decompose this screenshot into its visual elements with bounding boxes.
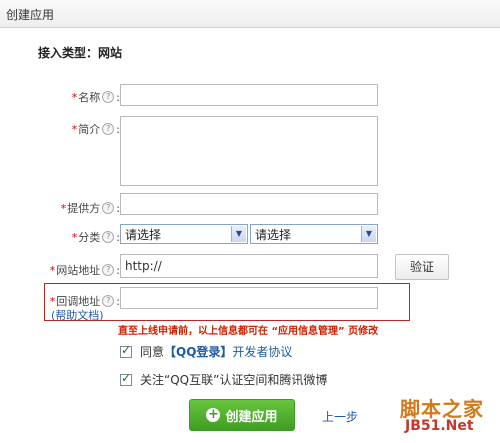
previous-step-link[interactable]: 上一步 [322,408,358,425]
name-label: * 名称 ? : [72,89,120,105]
help-icon[interactable]: ? [102,264,115,276]
required-mark: * [71,90,78,104]
intro-label: * 简介 ? : [72,121,120,137]
watermark-site: JB51.Net [405,418,474,434]
help-icon[interactable]: ? [102,295,115,307]
follow-checkbox[interactable] [120,371,132,386]
required-mark: * [60,201,67,215]
agree-prefix: 同意 [140,345,165,359]
callback-url-input[interactable] [120,287,378,309]
category-label-text: 分类 [78,231,101,244]
required-mark: * [49,294,56,308]
required-mark: * [49,263,56,277]
name-label-text: 名称 [78,91,101,104]
required-mark: * [71,122,78,136]
category-label: * 分类 ? : [72,229,120,245]
agree-row: 同意 【QQ登录】 开发者协议 [120,343,292,360]
window-title: 创建应用 [6,8,55,22]
provider-label-text: 提供方 [67,202,101,215]
plus-circle-icon: + [206,407,221,422]
intro-label-text: 简介 [78,123,101,136]
chevron-down-icon[interactable]: ▼ [361,226,376,242]
create-app-label: 创建应用 [225,409,278,425]
provider-input[interactable] [120,193,378,215]
category-select-primary[interactable]: 请选择 ▼ [120,224,248,244]
help-icon[interactable]: ? [102,202,115,214]
verify-button[interactable]: 验证 [395,254,449,280]
site-url-label: * 网站地址 ? : [50,262,120,278]
help-icon[interactable]: ? [102,91,115,103]
intro-textarea[interactable] [120,116,378,186]
access-type-heading: 接入类型：网站 [38,46,123,60]
follow-row: 关注“QQ互联”认证空间和腾讯微博 [120,371,327,388]
create-app-button[interactable]: + 创建应用 [189,399,295,431]
name-input[interactable] [120,84,378,106]
site-url-input[interactable] [120,254,378,278]
provider-label: * 提供方 ? : [61,200,120,216]
window-titlebar: 创建应用 [0,0,500,28]
developer-agreement-link[interactable]: 开发者协议 [232,343,292,360]
help-icon[interactable]: ? [102,123,115,135]
category-select-secondary-value: 请选择 [255,228,292,242]
help-doc-link[interactable]: (帮助文档) [51,307,104,323]
edit-later-notice: 直至上线申请前，以上信息都可在 “应用信息管理” 页修改 [118,326,379,337]
agree-checkbox[interactable] [120,343,132,358]
follow-label: 关注“QQ互联”认证空间和腾讯微博 [140,373,328,387]
help-icon[interactable]: ? [102,231,115,243]
category-select-secondary[interactable]: 请选择 ▼ [250,224,378,244]
required-mark: * [71,230,78,244]
chevron-down-icon[interactable]: ▼ [231,226,246,242]
category-select-primary-value: 请选择 [125,228,162,242]
site-url-label-text: 网站地址 [56,264,101,277]
qq-login-link[interactable]: 【QQ登录】 [164,343,232,360]
